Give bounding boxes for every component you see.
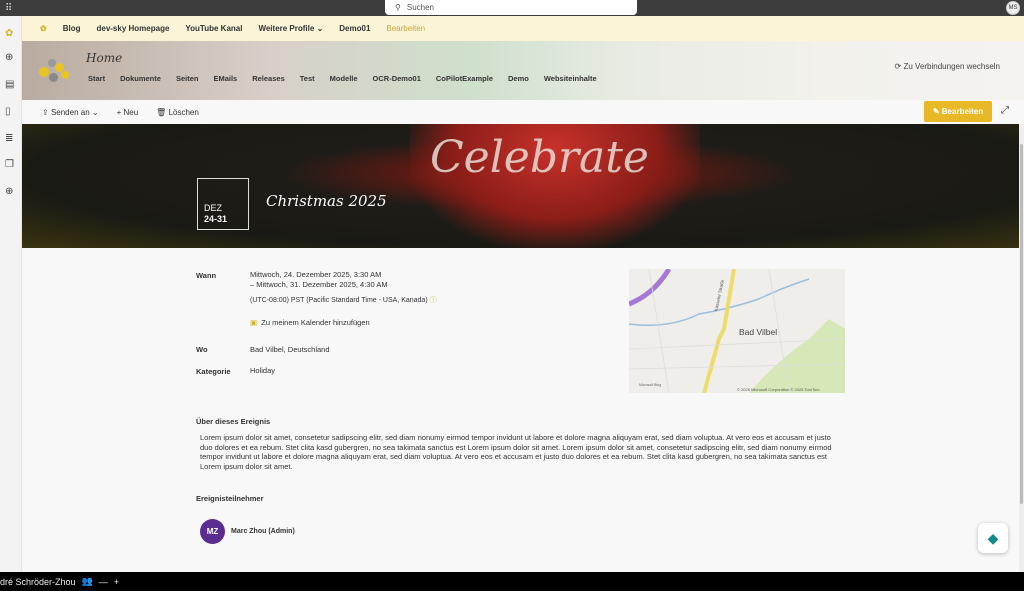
- new-button[interactable]: + Neu: [117, 108, 139, 117]
- nav-copilotexample[interactable]: CoPilotExample: [436, 74, 493, 83]
- about-heading: Über dieses Ereignis: [196, 417, 271, 426]
- share-icon: ⇪: [42, 107, 49, 117]
- nav-start[interactable]: Start: [88, 74, 105, 83]
- nav-test[interactable]: Test: [300, 74, 315, 83]
- people-icon[interactable]: 👥: [82, 576, 93, 587]
- nav-dokumente[interactable]: Dokumente: [120, 74, 161, 83]
- news-icon[interactable]: ▤: [5, 79, 14, 90]
- when-label: Wann: [196, 271, 217, 280]
- pencil-icon: ✎: [932, 107, 940, 116]
- category-value: Holiday: [250, 366, 276, 375]
- hub-link-label: Weitere Profile: [258, 24, 315, 33]
- delete-button[interactable]: 🗑 Löschen: [156, 108, 199, 117]
- hub-edit-link[interactable]: Bearbeiten: [386, 24, 425, 33]
- new-label: Neu: [123, 107, 139, 117]
- nav-demo[interactable]: Demo: [508, 74, 529, 83]
- add-calendar-label: Zu meinem Kalender hinzufügen: [261, 318, 370, 327]
- location-map[interactable]: Kasseler Straße Bad Vilbel Microsoft Bin…: [629, 269, 845, 393]
- expand-icon[interactable]: ⤢: [1001, 105, 1009, 116]
- add-icon[interactable]: ⊕: [5, 186, 13, 197]
- sharepoint-app-icon[interactable]: ◆: [978, 523, 1008, 553]
- hub-link-youtube[interactable]: YouTube Kanal: [185, 24, 242, 33]
- attendees-heading: Ereignisteilnehmer: [196, 494, 264, 503]
- nav-modelle[interactable]: Modelle: [330, 74, 358, 83]
- when-end: – Mittwoch, 31. Dezember 2025, 4:30 AM: [250, 280, 388, 289]
- plus-icon[interactable]: +: [114, 577, 119, 587]
- hub-link-homepage[interactable]: dev-sky Homepage: [96, 24, 169, 33]
- nav-releases[interactable]: Releases: [252, 74, 285, 83]
- search-placeholder: Suchen: [406, 3, 434, 12]
- search-icon: ⚲: [395, 3, 401, 12]
- site-navigation: Start Dokumente Seiten EMails Releases T…: [88, 74, 597, 83]
- where-label: Wo: [196, 345, 208, 354]
- send-label: Senden an: [50, 107, 90, 117]
- map-graphic: [629, 269, 845, 393]
- hub-navigation: ✿ Blog dev-sky Homepage YouTube Kanal We…: [22, 16, 1024, 41]
- edit-label: Bearbeiten: [941, 107, 984, 116]
- event-month: DEZ: [204, 203, 222, 213]
- delete-label: Löschen: [168, 107, 199, 117]
- globe-icon[interactable]: ⊕: [5, 52, 13, 63]
- taskbar-user[interactable]: dré Schröder-Zhou: [0, 577, 76, 587]
- chevron-down-icon: ⌄: [316, 24, 324, 33]
- scrollbar[interactable]: [1019, 124, 1024, 572]
- timezone-text: (UTC-08:00) PST (Pacific Standard Time -…: [250, 297, 428, 304]
- event-hero-image: Celebrate DEZ 24-31 Christmas 2025: [22, 124, 1019, 248]
- hub-logo-icon[interactable]: ✿: [40, 24, 47, 33]
- account-avatar[interactable]: MS: [1006, 1, 1020, 15]
- nav-emails[interactable]: EMails: [213, 74, 237, 83]
- map-copyright: © 2025 Microsoft Corporation © 2025 TomT…: [737, 387, 820, 392]
- calendar-add-icon: ▣: [250, 318, 258, 327]
- attendee-avatar[interactable]: MZ: [200, 519, 225, 544]
- database-icon[interactable]: ≣: [5, 133, 13, 144]
- chevron-down-icon: ⌄: [91, 107, 99, 117]
- hero-image-text: Celebrate: [430, 132, 649, 183]
- hub-link-blog[interactable]: Blog: [63, 24, 81, 33]
- minimize-icon[interactable]: —: [99, 577, 108, 587]
- switch-icon: ⟳: [894, 62, 902, 71]
- site-logo[interactable]: [39, 57, 73, 83]
- site-header: Home Start Dokumente Seiten EMails Relea…: [22, 41, 1024, 100]
- nav-websiteinhalte[interactable]: Websiteinhalte: [544, 74, 597, 83]
- where-value: Bad Vilbel, Deutschland: [250, 345, 330, 354]
- nav-ocr-demo01[interactable]: OCR-Demo01: [373, 74, 421, 83]
- file-icon[interactable]: ▯: [5, 106, 11, 117]
- bing-logo: Microsoft Bing: [639, 383, 662, 387]
- hub-link-more-profiles[interactable]: Weitere Profile ⌄: [258, 24, 323, 33]
- nav-seiten[interactable]: Seiten: [176, 74, 199, 83]
- about-text: Lorem ipsum dolor sit amet, consetetur s…: [200, 433, 832, 471]
- switch-connections-label: Zu Verbindungen wechseln: [903, 62, 1000, 71]
- info-icon[interactable]: ⓘ: [430, 297, 437, 304]
- switch-connections-button[interactable]: ⟳ Zu Verbindungen wechseln: [895, 62, 1000, 71]
- edit-button[interactable]: ✎ Bearbeiten: [924, 101, 992, 122]
- timezone: (UTC-08:00) PST (Pacific Standard Time -…: [250, 296, 437, 306]
- app-launcher-icon[interactable]: ⠿: [5, 3, 12, 14]
- category-label: Kategorie: [196, 367, 231, 376]
- map-city-label: Bad Vilbel: [739, 327, 778, 337]
- pages-icon[interactable]: ❐: [5, 159, 14, 170]
- hub-link-demo01[interactable]: Demo01: [339, 24, 370, 33]
- trash-icon: 🗑: [156, 107, 167, 117]
- attendee-name[interactable]: Marc Zhou (Admin): [231, 528, 295, 535]
- send-to-button[interactable]: ⇪ Senden an ⌄: [42, 108, 99, 117]
- add-to-calendar-link[interactable]: ▣ Zu meinem Kalender hinzufügen: [250, 318, 370, 328]
- search-input[interactable]: ⚲ Suchen: [385, 0, 637, 15]
- plus-icon: +: [116, 107, 122, 117]
- command-bar: ⇪ Senden an ⌄ + Neu 🗑 Löschen: [22, 100, 1024, 124]
- when-start: Mittwoch, 24. Dezember 2025, 3:30 AM: [250, 270, 382, 279]
- event-title: Christmas 2025: [266, 192, 387, 210]
- event-date-box: DEZ 24-31: [197, 178, 249, 230]
- app-bar: ✿ ⊕ ▤ ▯ ≣ ❐ ⊕: [0, 16, 22, 572]
- suite-bar: ⠿ ⚲ Suchen MS: [0, 0, 1024, 16]
- event-days: 24-31: [204, 214, 228, 224]
- taskbar: dré Schröder-Zhou 👥 — +: [0, 572, 1024, 591]
- site-title[interactable]: Home: [86, 51, 122, 65]
- site-logo-icon[interactable]: ✿: [5, 28, 13, 39]
